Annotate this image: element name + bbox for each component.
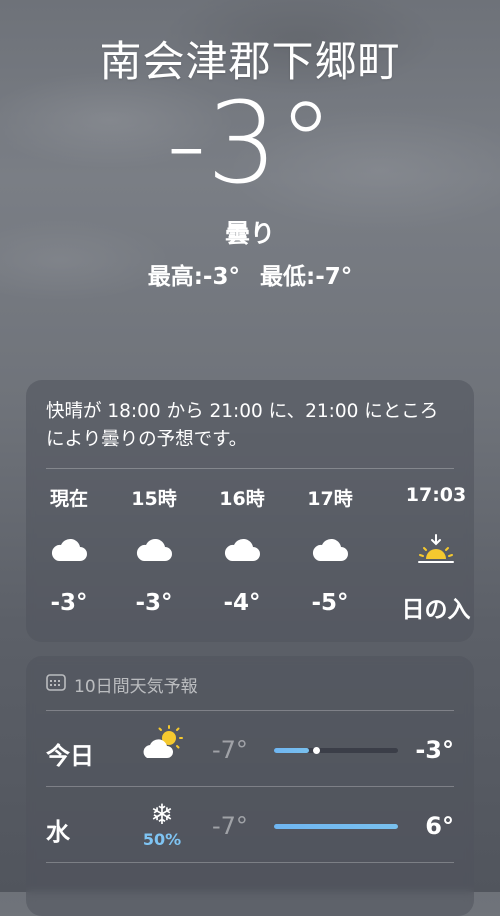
cloud-icon	[290, 524, 370, 576]
forecast-low: -7°	[212, 812, 248, 840]
precip-chance: 50%	[142, 830, 182, 849]
divider	[46, 862, 454, 863]
hour-temp: 日の入	[401, 597, 471, 623]
hour-label: 16時	[219, 488, 265, 510]
hour-temp: -3°	[135, 590, 173, 616]
forecast-day: 水	[46, 818, 70, 846]
forecast-title-label: 10日間天気予報	[74, 677, 198, 697]
current-temperature: -3°	[166, 79, 334, 209]
hour-label: 17時	[307, 488, 353, 510]
forecast-row[interactable]: 今日 -7° -3°	[26, 714, 474, 788]
calendar-icon	[46, 673, 66, 696]
partly-cloudy-sun-icon	[132, 724, 192, 768]
hourly-summary: 快晴が 18:00 から 21:00 に、21:00 にところにより曇りの予想で…	[46, 401, 439, 450]
hourly-list[interactable]: 現在 -3° 15時 -3° 16時 -4° 17時 -5° 17:03 日の入	[26, 484, 474, 634]
cloud-icon	[114, 524, 194, 576]
hour-temp: -3°	[50, 590, 88, 616]
snow-icon-wrap: ❄ 50%	[132, 798, 192, 850]
hour-label: 現在	[49, 488, 88, 510]
high-temp: 最高:-3°	[147, 264, 240, 290]
hourly-forecast-card[interactable]: 快晴が 18:00 から 21:00 に、21:00 にところにより曇りの予想で…	[26, 380, 474, 642]
hour-label: 17:03	[405, 484, 467, 506]
current-condition: 曇り	[224, 219, 275, 248]
hour-item: 17:03 日の入	[390, 484, 482, 624]
range-fill	[274, 824, 398, 829]
forecast-title: 10日間天気予報	[46, 672, 198, 697]
divider	[46, 786, 454, 787]
forecast-high: 6°	[425, 812, 454, 840]
cloud-icon	[29, 524, 109, 576]
ten-day-forecast-card[interactable]: 10日間天気予報 今日 -7° -3° 水 ❄ 50% -7° 6°	[26, 656, 474, 916]
forecast-high: -3°	[415, 736, 454, 764]
temperature-range-bar	[274, 747, 398, 754]
divider	[46, 468, 454, 469]
high-low: 最高:-3° 最低:-7°	[0, 257, 500, 291]
divider	[46, 710, 454, 711]
temperature-range-bar	[274, 824, 398, 829]
snow-icon: ❄	[150, 798, 174, 831]
range-fill	[274, 748, 309, 753]
hour-item: 現在 -3°	[29, 484, 109, 616]
hour-item: 16時 -4°	[202, 484, 282, 616]
hour-label: 15時	[131, 488, 177, 510]
hour-item: 17時 -5°	[290, 484, 370, 616]
forecast-day: 今日	[46, 742, 94, 770]
low-temp: 最低:-7°	[260, 264, 353, 290]
hour-temp: -4°	[223, 590, 261, 616]
forecast-low: -7°	[212, 736, 248, 764]
current-temp-marker	[313, 747, 321, 754]
hour-item: 15時 -3°	[114, 484, 194, 616]
hour-temp: -5°	[311, 590, 349, 616]
forecast-row[interactable]: 水 ❄ 50% -7° 6°	[26, 790, 474, 864]
sunset-icon	[390, 524, 482, 576]
cloud-icon	[202, 524, 282, 576]
